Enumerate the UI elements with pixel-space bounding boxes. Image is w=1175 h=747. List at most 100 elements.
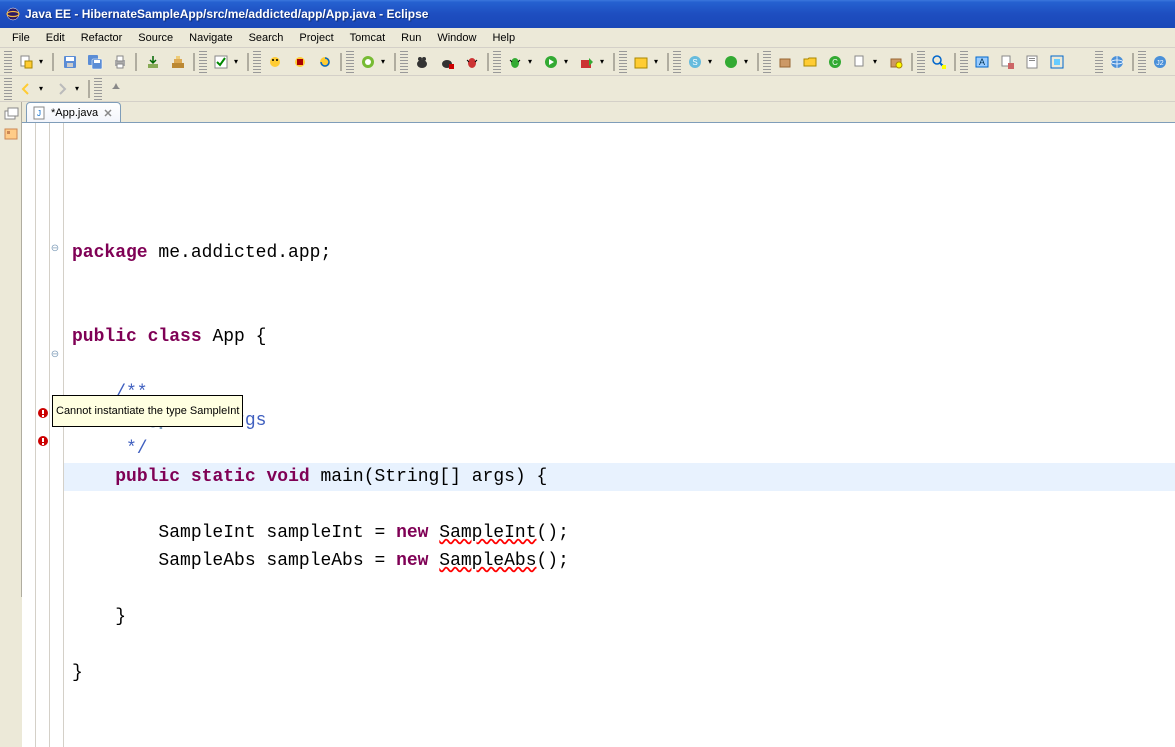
- fold-collapse-icon[interactable]: ⊖: [50, 243, 60, 253]
- debug-button[interactable]: [503, 51, 526, 73]
- perspective-toolbar: ▾ ▾: [0, 76, 1175, 102]
- new-package-button[interactable]: [773, 51, 796, 73]
- dropdown-icon[interactable]: ▾: [708, 57, 717, 66]
- svg-text:J2: J2: [1156, 60, 1164, 67]
- new-other-button[interactable]: [848, 51, 871, 73]
- menu-refactor[interactable]: Refactor: [73, 30, 131, 46]
- dropdown-icon[interactable]: ▾: [600, 57, 609, 66]
- menu-search[interactable]: Search: [241, 30, 292, 46]
- drag-handle-icon[interactable]: [763, 51, 771, 73]
- keyword: new: [396, 523, 428, 543]
- open-type-button[interactable]: [884, 51, 907, 73]
- dropdown-icon[interactable]: ▾: [234, 57, 243, 66]
- drag-handle-icon[interactable]: [493, 51, 501, 73]
- print-button[interactable]: [108, 51, 131, 73]
- dropdown-icon[interactable]: ▾: [75, 84, 84, 93]
- menu-help[interactable]: Help: [484, 30, 523, 46]
- new-jsp-button[interactable]: [719, 51, 742, 73]
- drag-handle-icon[interactable]: [1095, 51, 1103, 73]
- bookmark-button[interactable]: [1020, 51, 1043, 73]
- code-text: [428, 523, 439, 543]
- code-text: [428, 551, 439, 571]
- menu-file[interactable]: File: [4, 30, 38, 46]
- link-button[interactable]: [1045, 51, 1068, 73]
- search-button[interactable]: [927, 51, 950, 73]
- tab-label: *App.java: [51, 107, 98, 119]
- drag-handle-icon[interactable]: [917, 51, 925, 73]
- save-button[interactable]: [58, 51, 81, 73]
- pin-button[interactable]: [104, 78, 127, 100]
- drag-handle-icon[interactable]: [253, 51, 261, 73]
- menu-navigate[interactable]: Navigate: [181, 30, 240, 46]
- menu-edit[interactable]: Edit: [38, 30, 73, 46]
- package-explorer-icon[interactable]: [3, 126, 19, 142]
- tab-app-java[interactable]: J *App.java: [26, 102, 121, 122]
- drag-handle-icon[interactable]: [4, 51, 12, 73]
- save-all-button[interactable]: [83, 51, 106, 73]
- drag-handle-icon[interactable]: [4, 78, 12, 100]
- tomcat-restart-button[interactable]: [313, 51, 336, 73]
- checkbox-button[interactable]: [209, 51, 232, 73]
- dropdown-icon[interactable]: ▾: [744, 57, 753, 66]
- overview-ruler[interactable]: [22, 123, 36, 747]
- keyword: public: [115, 467, 180, 487]
- build-button[interactable]: [166, 51, 189, 73]
- back-button[interactable]: [14, 78, 37, 100]
- dropdown-icon[interactable]: ▾: [654, 57, 663, 66]
- new-button[interactable]: [14, 51, 37, 73]
- new-project-button[interactable]: [629, 51, 652, 73]
- separator: [487, 53, 489, 71]
- forward-button[interactable]: [50, 78, 73, 100]
- drag-handle-icon[interactable]: [199, 51, 207, 73]
- window-titlebar: Java EE - HibernateSampleApp/src/me/addi…: [0, 0, 1175, 28]
- menu-tomcat[interactable]: Tomcat: [342, 30, 393, 46]
- new-class-button[interactable]: C: [823, 51, 846, 73]
- download-button[interactable]: [141, 51, 164, 73]
- dropdown-icon[interactable]: ▾: [564, 57, 573, 66]
- annotation-button[interactable]: A: [970, 51, 993, 73]
- menu-window[interactable]: Window: [429, 30, 484, 46]
- dropdown-icon[interactable]: ▾: [873, 57, 882, 66]
- run-button[interactable]: [539, 51, 562, 73]
- dropdown-icon[interactable]: ▾: [39, 57, 48, 66]
- menu-source[interactable]: Source: [130, 30, 181, 46]
- dropdown-icon[interactable]: ▾: [381, 57, 390, 66]
- menu-run[interactable]: Run: [393, 30, 429, 46]
- drag-handle-icon[interactable]: [400, 51, 408, 73]
- error-marker-icon[interactable]: [37, 435, 49, 447]
- code-editor[interactable]: Cannot instantiate the type SampleInt pa…: [64, 123, 1175, 747]
- annotation-ruler[interactable]: [36, 123, 50, 747]
- javaee-perspective-button[interactable]: J2: [1148, 51, 1171, 73]
- web-browser-button[interactable]: [1105, 51, 1128, 73]
- code-text: ();: [537, 551, 569, 571]
- close-icon[interactable]: [102, 107, 114, 119]
- fold-collapse-icon[interactable]: ⊖: [50, 349, 60, 359]
- tomcat-start-button[interactable]: [263, 51, 286, 73]
- separator: [247, 53, 249, 71]
- debug-cat-stop-button[interactable]: [435, 51, 458, 73]
- server-button[interactable]: [356, 51, 379, 73]
- drag-handle-icon[interactable]: [619, 51, 627, 73]
- bug-button[interactable]: [460, 51, 483, 73]
- drag-handle-icon[interactable]: [673, 51, 681, 73]
- tomcat-stop-button[interactable]: [288, 51, 311, 73]
- task-button[interactable]: [995, 51, 1018, 73]
- debug-cat-button[interactable]: [410, 51, 433, 73]
- folding-ruler[interactable]: ⊖ ⊖: [50, 123, 64, 747]
- dropdown-icon[interactable]: ▾: [39, 84, 48, 93]
- new-folder-button[interactable]: [798, 51, 821, 73]
- external-tools-button[interactable]: [575, 51, 598, 73]
- error-marker-icon[interactable]: [37, 407, 49, 419]
- code-text: SampleAbs sampleAbs =: [72, 551, 396, 571]
- drag-handle-icon[interactable]: [1138, 51, 1146, 73]
- main-toolbar: ▾ ▾ ▾ ▾ ▾ ▾ ▾ S▾ ▾ C ▾ A J2: [0, 48, 1175, 76]
- new-servlet-button[interactable]: S: [683, 51, 706, 73]
- dropdown-icon[interactable]: ▾: [528, 57, 537, 66]
- keyword: new: [396, 551, 428, 571]
- drag-handle-icon[interactable]: [960, 51, 968, 73]
- menu-project[interactable]: Project: [291, 30, 341, 46]
- restore-icon[interactable]: [3, 106, 19, 122]
- drag-handle-icon[interactable]: [94, 78, 102, 100]
- javadoc-comment: */: [72, 439, 148, 459]
- drag-handle-icon[interactable]: [346, 51, 354, 73]
